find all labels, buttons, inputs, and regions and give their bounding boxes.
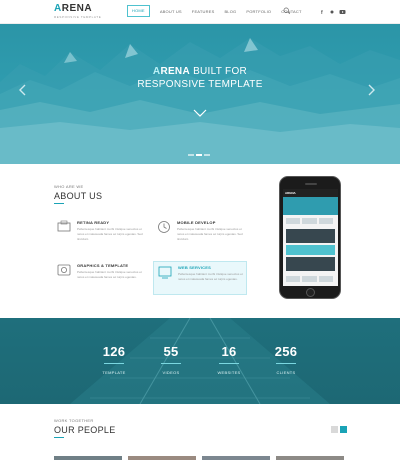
hero-slider: ARENA BUILT FOR RESPONSIVE TEMPLATE <box>0 24 400 164</box>
people-kicker: WORK TOGETHER <box>54 418 94 423</box>
youtube-icon[interactable] <box>338 8 346 15</box>
nav-about-us[interactable]: ABOUT US <box>160 6 182 17</box>
nav-blog[interactable]: BLOG <box>224 6 236 17</box>
slider-dot[interactable] <box>188 154 194 156</box>
phone-screen-hero <box>283 197 338 215</box>
phone-screen: ARENA <box>283 189 338 286</box>
facebook-icon[interactable]: f <box>318 8 326 15</box>
stat-template: 126 TEMPLATE <box>94 344 134 375</box>
people-title: OUR PEOPLE <box>54 425 116 435</box>
web-services-icon <box>158 266 172 279</box>
feature-description: Pellentesque habitant morbi tristique se… <box>177 227 243 241</box>
stat-label: VIDEOS <box>162 370 180 375</box>
search-icon[interactable] <box>283 7 291 15</box>
logo[interactable]: ARENA RESPONSIVE TEMPLATE <box>54 4 102 20</box>
hero-title-rest: BUILT FOR <box>189 66 248 77</box>
stat-divider <box>104 363 124 364</box>
about-title-underline <box>54 203 64 204</box>
stat-number: 126 <box>102 344 126 359</box>
stat-number: 16 <box>221 344 237 359</box>
phone-screen-block <box>318 218 333 224</box>
slider-next-icon[interactable] <box>366 84 376 96</box>
people-section: WORK TOGETHER OUR PEOPLE <box>0 404 400 460</box>
people-next-button[interactable] <box>340 426 347 433</box>
logo-name: RENA <box>61 3 93 14</box>
feature-title: GRAPHICS & TEMPLATE <box>77 263 129 268</box>
header: ARENA RESPONSIVE TEMPLATE HOME ABOUT US … <box>0 0 400 24</box>
stat-divider <box>276 363 296 364</box>
scroll-down-icon[interactable] <box>193 109 207 117</box>
phone-screen-block <box>286 276 301 282</box>
phone-home-button <box>306 288 315 297</box>
stat-clients: 256 CLIENTS <box>266 344 306 375</box>
phone-screen-block <box>318 276 333 282</box>
phone-screen-block <box>286 218 301 224</box>
svg-text:f: f <box>321 10 323 15</box>
logo-accent: A <box>54 3 62 14</box>
stat-label: TEMPLATE <box>102 370 126 375</box>
page: ARENA RESPONSIVE TEMPLATE HOME ABOUT US … <box>0 0 400 460</box>
hero-subtitle: RESPONSIVE TEMPLATE <box>137 79 263 90</box>
slider-dots <box>188 154 212 156</box>
slider-prev-icon[interactable] <box>18 84 28 96</box>
feature-title: WEB SERVICES <box>178 265 211 270</box>
people-prev-button[interactable] <box>331 426 338 433</box>
phone-screen-block <box>302 218 317 224</box>
person-photo[interactable] <box>54 456 122 460</box>
feature-graphics-template: GRAPHICS & TEMPLATE Pellentesque habitan… <box>57 263 147 295</box>
feature-web-services[interactable]: WEB SERVICES Pellentesque habitant morbi… <box>153 261 247 295</box>
person-photo[interactable] <box>276 456 344 460</box>
people-pager <box>331 426 349 433</box>
phone-screen-image <box>286 257 335 271</box>
hero-title: ARENA BUILT FOR <box>0 66 400 77</box>
stat-label: WEBSITES <box>217 370 241 375</box>
about-kicker: WHO ARE WE <box>54 184 84 189</box>
phone-screen-row <box>283 273 338 285</box>
social-links: f <box>318 8 348 15</box>
feature-title: MOBILE DEVELOP <box>177 220 216 225</box>
phone-speaker <box>305 183 317 185</box>
logo-title: ARENA <box>54 4 101 14</box>
person-photo[interactable] <box>202 456 270 460</box>
stat-websites: 16 WEBSITES <box>209 344 249 375</box>
phone-screen-image <box>286 229 335 243</box>
clock-icon <box>158 221 170 233</box>
stat-videos: 55 VIDEOS <box>151 344 191 375</box>
slider-dot[interactable] <box>204 154 210 156</box>
feature-retina-ready: RETINA READY Pellentesque habitant morbi… <box>57 220 147 260</box>
feature-mobile-develop: MOBILE DEVELOP Pellentesque habitant mor… <box>157 220 247 260</box>
phone-screen-row <box>283 215 338 227</box>
people-title-underline <box>54 437 64 438</box>
nav-portfolio[interactable]: PORTFOLIO <box>246 6 271 17</box>
graphics-icon <box>57 264 71 276</box>
feature-description: Pellentesque habitant morbi tristique se… <box>178 272 243 281</box>
nav-home[interactable]: HOME <box>127 5 150 17</box>
person-photo[interactable] <box>128 456 196 460</box>
nav-features[interactable]: FEATURES <box>192 6 215 17</box>
phone-mockup: ARENA <box>279 176 341 299</box>
stats-background-tracks <box>70 318 330 404</box>
stat-number: 256 <box>274 344 298 359</box>
retina-icon <box>57 220 71 232</box>
feature-title: RETINA READY <box>77 220 110 225</box>
stats-section: 126 TEMPLATE 55 VIDEOS 16 WEBSITES 256 C… <box>0 318 400 404</box>
twitter-icon[interactable] <box>328 8 336 15</box>
logo-tagline: RESPONSIVE TEMPLATE <box>54 15 102 19</box>
hero-background-mountains <box>0 38 400 164</box>
feature-description: Pellentesque habitant morbi tristique se… <box>77 270 142 279</box>
slider-dot-active[interactable] <box>196 154 202 156</box>
stat-divider <box>219 363 239 364</box>
hero-title-brand: RENA <box>160 66 190 77</box>
stat-label: CLIENTS <box>276 370 296 375</box>
stat-divider <box>161 363 181 364</box>
about-title: ABOUT US <box>54 191 103 201</box>
phone-screen-block <box>302 276 317 282</box>
feature-description: Pellentesque habitant morbi tristique se… <box>77 227 143 241</box>
stat-number: 55 <box>163 344 179 359</box>
phone-screen-banner <box>286 245 335 255</box>
phone-screen-logo: ARENA <box>283 189 338 197</box>
